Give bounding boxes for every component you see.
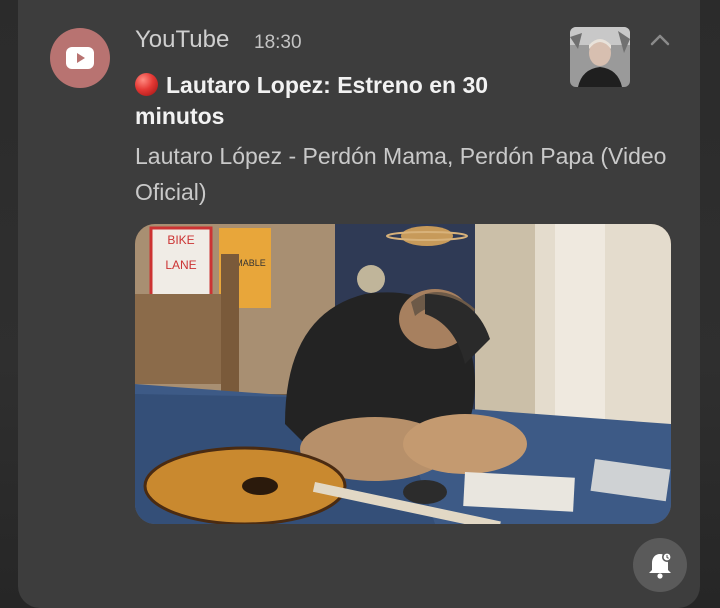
thumbnail-image: BIKE LANE LAMABLE	[135, 224, 671, 524]
youtube-app-icon	[50, 28, 110, 88]
notification-title: Lautaro Lopez: Estreno en 30 minutos	[135, 70, 575, 132]
notification-body: Lautaro López - Perdón Mama, Perdón Papa…	[135, 143, 667, 205]
video-thumbnail[interactable]: BIKE LANE LAMABLE	[135, 224, 671, 524]
notification-time: 18:30	[254, 32, 302, 53]
red-circle-icon	[135, 73, 158, 96]
reminder-bell-button[interactable]	[633, 538, 687, 592]
bell-icon	[649, 552, 672, 579]
notification-card[interactable]: YouTube 18:30 Lautaro Lopez: Estreno en …	[18, 0, 700, 608]
youtube-play-icon	[66, 47, 94, 69]
notification-shade: YouTube 18:30 Lautaro Lopez: Estreno en …	[0, 0, 720, 608]
chevron-up-icon	[650, 34, 670, 46]
bike-sign-text: BIKE	[167, 233, 194, 247]
collapse-button[interactable]	[646, 26, 674, 54]
channel-avatar	[570, 27, 630, 87]
notification-title-text: Lautaro Lopez: Estreno en 30 minutos	[135, 72, 489, 129]
lane-sign-text: LANE	[165, 258, 196, 272]
app-name: YouTube	[135, 26, 230, 53]
